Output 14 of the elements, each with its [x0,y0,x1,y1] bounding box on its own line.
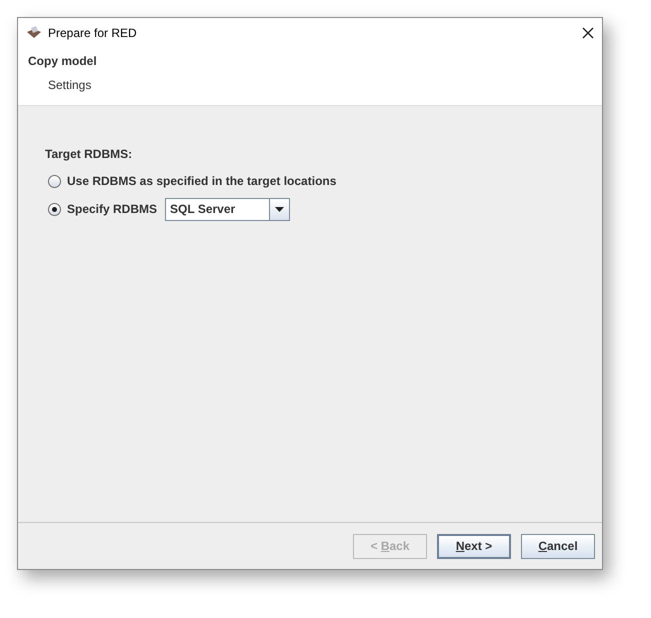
radio-button[interactable] [48,202,61,216]
rdbms-dropdown[interactable]: SQL Server [165,198,290,220]
app-icon [26,26,42,40]
wizard-button[interactable]: Cancel [521,534,595,558]
close-icon[interactable] [582,27,594,39]
section-label: Target RDBMS: [45,146,134,163]
wizard-button[interactable]: Next > [437,534,511,558]
option-label: Use RDBMS as specified in the target locations [67,173,336,190]
window-title: Prepare for RED [48,25,137,42]
option-label: Specify RDBMS [67,201,158,218]
page-title: Copy model [28,53,98,70]
caret-icon [275,206,284,212]
radio-button[interactable] [48,174,61,188]
page-subtitle: Settings [47,77,92,94]
